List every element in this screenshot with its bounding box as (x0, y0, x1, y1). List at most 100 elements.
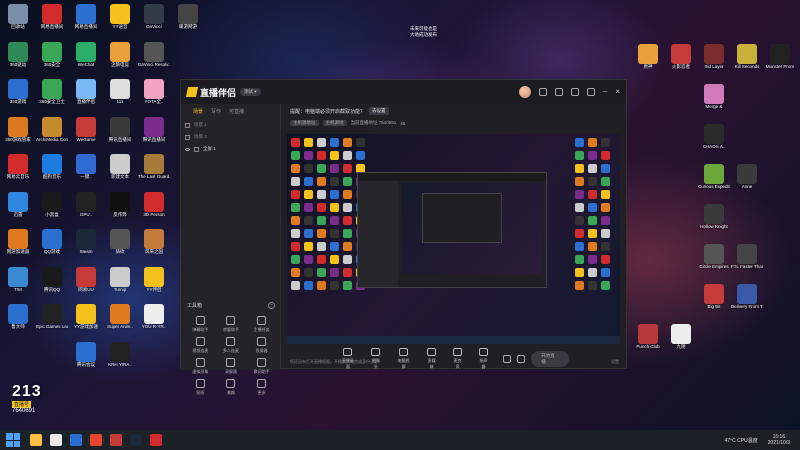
left-desktop-icon[interactable]: Turnip (104, 266, 136, 307)
preview-canvas[interactable] (287, 134, 620, 344)
left-desktop-icon[interactable]: DaVinci (138, 4, 170, 44)
left-desktop-icon[interactable]: TIM (2, 266, 34, 307)
left-desktop-icon[interactable]: 网易UU (70, 266, 102, 307)
tab-write[interactable]: 写作 (211, 108, 221, 115)
left-desktop-icon[interactable]: 风来之国 (138, 229, 170, 269)
message-icon[interactable] (570, 88, 579, 96)
taskbar-app-icon[interactable] (70, 434, 82, 446)
right-desktop-icon[interactable]: 原神 (632, 44, 664, 84)
left-desktop-icon[interactable]: GPU.. (70, 191, 102, 232)
tab-scene[interactable]: 场景 (193, 108, 203, 115)
right-desktop-icon[interactable]: 九阴 (665, 324, 697, 364)
tool-item[interactable]: 弹幕助手 (185, 316, 216, 333)
right-desktop-icon[interactable]: Kill Seconds (731, 44, 763, 84)
left-desktop-icon[interactable]: 企鹅电竞 (104, 41, 136, 82)
tool-item[interactable]: 主播任务 (246, 316, 277, 333)
bottom-right-link[interactable]: 设置 (611, 359, 619, 365)
scene-item-3[interactable]: 全屏 1 (181, 143, 280, 155)
left-desktop-icon[interactable]: 新建文本 (104, 154, 136, 194)
right-desktop-icon[interactable]: Big Bit (698, 284, 730, 324)
left-desktop-icon[interactable]: 一键.. (70, 154, 102, 194)
right-desktop-icon[interactable]: 火影忍者 (665, 44, 697, 84)
left-desktop-icon[interactable]: 网游加速器 (2, 229, 34, 269)
left-desktop-icon[interactable]: 360安全 (36, 41, 68, 82)
left-desktop-icon[interactable]: 360游戏 (2, 79, 34, 119)
tool-item[interactable]: 歌词助手 (246, 358, 277, 375)
left-desktop-icon[interactable]: 小黑盒 (36, 191, 68, 232)
tool-item[interactable]: 视频连麦 (185, 337, 216, 354)
taskbar-app-icon[interactable] (50, 434, 62, 446)
left-desktop-icon[interactable]: 腾讯QQ (36, 266, 68, 307)
eye-icon[interactable] (185, 147, 190, 151)
left-desktop-icon[interactable]: 360游戏管家 (2, 116, 34, 157)
status-chip-1[interactable]: 主机源地址 (290, 120, 319, 126)
left-desktop-icon[interactable]: 酷狗音乐 (36, 154, 68, 194)
tool-item[interactable]: 录屏器 (216, 358, 247, 375)
tool-item[interactable]: 房管助手 (216, 316, 247, 333)
left-desktop-icon[interactable]: Super Anim.. (104, 304, 136, 344)
left-desktop-icon[interactable]: YY语音 (104, 4, 136, 44)
clock[interactable]: 15:16 2021/10/3 (768, 434, 790, 446)
status-chip-2[interactable]: 主机源地 (322, 120, 347, 126)
left-desktop-icon[interactable]: 网易直播间 (70, 4, 102, 44)
taskbar-app-icon[interactable] (90, 434, 102, 446)
right-desktop-icon[interactable]: Delivery From T.. (731, 284, 763, 324)
notice-button[interactable]: 去设置 (369, 107, 389, 115)
tab-live[interactable]: 可直播 (229, 108, 244, 115)
scene-item-1[interactable]: 场景 1 (181, 119, 280, 131)
right-desktop-icon[interactable]: Hollow Knight (698, 204, 730, 244)
left-desktop-icon[interactable]: 骑砍 (104, 229, 136, 269)
tool-item[interactable]: 美颜 (216, 379, 247, 396)
left-desktop-icon[interactable]: 360安全卫士 (36, 79, 68, 119)
left-desktop-icon[interactable]: 腾讯直播间 (138, 116, 170, 157)
left-desktop-icon[interactable]: QQ游戏 (36, 229, 68, 269)
scene-item-2[interactable]: 场景 2 (181, 131, 280, 143)
right-desktop-icon[interactable]: Curious Expedition (698, 164, 730, 204)
close-icon[interactable]: × (615, 88, 620, 96)
left-desktop-icon[interactable]: 3D Person (138, 191, 170, 232)
right-desktop-icon[interactable]: CHAOS A.. (698, 124, 730, 164)
windows-start-icon[interactable] (6, 433, 20, 447)
left-desktop-icon[interactable]: 111 (104, 79, 136, 119)
left-desktop-icon[interactable]: YOU R-YR.. (138, 304, 170, 344)
left-desktop-icon[interactable]: 回收站 (2, 4, 34, 44)
right-desktop-icon[interactable]: Merge & (698, 84, 730, 124)
left-desktop-icon[interactable]: 腾讯直播间 (104, 116, 136, 157)
left-desktop-icon[interactable]: 鲁大师 (2, 304, 34, 344)
notification-icon[interactable] (538, 88, 547, 96)
taskbar-app-icon[interactable] (110, 434, 122, 446)
right-desktop-icon[interactable]: FTL Faster Than Light (731, 244, 763, 284)
taskbar-app-icon[interactable] (130, 434, 142, 446)
left-desktop-icon[interactable]: 网易直播间 (36, 4, 68, 44)
add-icon[interactable]: - (268, 302, 275, 309)
tool-item[interactable]: 更多 (246, 379, 277, 396)
left-desktop-icon[interactable]: KRH YIRA.. (104, 341, 136, 382)
version-badge[interactable]: 测试 ▾ (240, 88, 261, 96)
left-desktop-icon[interactable]: Epic Games Launcher (36, 304, 68, 344)
left-desktop-icon[interactable]: WeGame (70, 116, 102, 157)
left-desktop-icon[interactable]: ArchiMedia Controll (36, 116, 68, 157)
left-desktop-icon[interactable]: WeChat (70, 41, 102, 82)
left-desktop-icon[interactable]: 直播伴侣 (70, 79, 102, 119)
avatar[interactable] (518, 86, 531, 98)
tool-item[interactable]: 贴纸 (185, 379, 216, 396)
left-desktop-icon[interactable]: 网易云音乐 (2, 154, 34, 194)
right-desktop-icon[interactable]: Anne (731, 164, 763, 204)
right-desktop-icon[interactable]: Sid Layer (698, 44, 730, 84)
taskbar-app-icon[interactable] (150, 434, 162, 446)
left-desktop-icon[interactable]: YOTA全.. (138, 79, 170, 119)
left-desktop-icon[interactable]: Steam (70, 229, 102, 269)
right-desktop-icon[interactable]: Circle Empires (698, 244, 730, 284)
left-desktop-icon[interactable]: The Last Guard.. (138, 154, 170, 194)
settings-icon[interactable] (586, 88, 595, 96)
left-desktop-icon[interactable]: 暖游网游 (172, 4, 204, 44)
left-desktop-icon[interactable]: 迅雷 (2, 191, 34, 232)
shirt-icon[interactable] (554, 88, 563, 96)
left-desktop-icon[interactable]: 反作弊 (104, 191, 136, 232)
left-desktop-icon[interactable]: 360驱动 (2, 41, 34, 82)
minimize-icon[interactable]: – (603, 88, 607, 96)
left-desktop-icon[interactable]: YY游戏加速 (70, 304, 102, 344)
tool-item[interactable]: 投屏器 (246, 337, 277, 354)
left-desktop-icon[interactable]: YY伴侣 (138, 266, 170, 307)
left-desktop-icon[interactable]: DaVinci Resolv... (138, 41, 170, 82)
